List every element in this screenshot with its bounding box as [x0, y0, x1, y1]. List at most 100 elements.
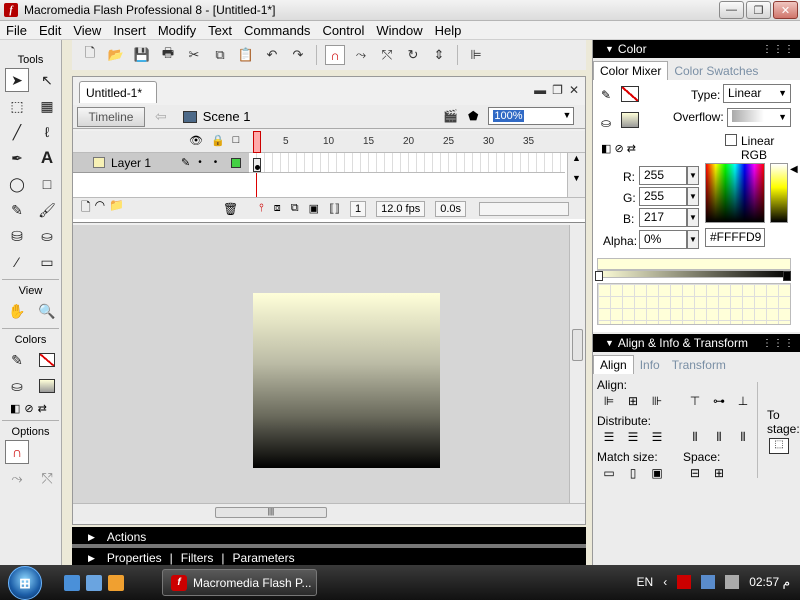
layer-outline-color[interactable] — [231, 157, 242, 168]
rectangle-tool-icon[interactable]: □ — [35, 172, 59, 196]
properties-label[interactable]: Properties — [107, 551, 162, 565]
stage-horizontal-scrollbar[interactable]: ||| — [73, 503, 585, 521]
swatch-grid[interactable] — [597, 283, 791, 325]
onion-skin-icon[interactable]: ⧈ — [274, 202, 281, 215]
brush-tool-icon[interactable]: 🖌 — [35, 198, 59, 222]
new-file-icon[interactable]: 🗋 — [80, 45, 100, 65]
edit-symbols-icon[interactable]: ⬟ — [468, 109, 478, 123]
b-stepper[interactable]: ▼ — [687, 208, 699, 227]
edit-scene-icon[interactable]: 🎬 — [443, 109, 458, 123]
undo-icon[interactable]: ↶ — [262, 45, 282, 65]
eyedropper-tool-icon[interactable]: ⁄ — [5, 250, 29, 274]
paste-icon[interactable]: 📋 — [236, 45, 256, 65]
stage-pasteboard[interactable] — [73, 225, 569, 503]
text-tool-icon[interactable]: A — [35, 146, 59, 170]
eraser-tool-icon[interactable]: ▭ — [35, 250, 59, 274]
distribute-hcenter-icon[interactable]: ⫴ — [711, 430, 727, 444]
r-stepper[interactable]: ▼ — [687, 166, 699, 185]
to-stage-button[interactable]: ⬚ — [769, 438, 789, 454]
align-panel-header[interactable]: ▼ Align & Info & Transform ⋮⋮⋮ — [593, 334, 800, 352]
stroke-swatch[interactable] — [621, 86, 639, 102]
menu-window[interactable]: Window — [370, 23, 428, 38]
insert-layer-icon[interactable]: 🗋 — [81, 198, 91, 219]
g-stepper[interactable]: ▼ — [687, 187, 699, 206]
panel-grip-icon[interactable]: ⋮⋮⋮ — [762, 338, 795, 349]
tab-color-swatches[interactable]: Color Swatches — [668, 62, 764, 80]
document-tab[interactable]: Untitled-1* — [79, 81, 157, 103]
tab-transform[interactable]: Transform — [666, 356, 732, 374]
switch-windows-icon[interactable] — [86, 575, 102, 591]
hand-tool-icon[interactable]: ✋ — [5, 299, 29, 323]
b-field[interactable]: 217 — [639, 208, 687, 227]
stroke-color-swatch[interactable] — [35, 348, 59, 372]
smooth-icon[interactable]: ⤳ — [5, 466, 29, 490]
tray-expand-icon[interactable]: ‹ — [663, 575, 667, 589]
frame-rate[interactable]: 12.0 fps — [376, 200, 426, 217]
space-vertical-icon[interactable]: ⊟ — [687, 466, 703, 480]
horizontal-scroll-thumb[interactable]: ||| — [215, 507, 327, 518]
frame-cells[interactable] — [249, 153, 565, 173]
match-height-icon[interactable]: ▯ — [625, 466, 641, 480]
swap-colors-icon[interactable]: ⇄ — [38, 402, 47, 415]
pen-tool-icon[interactable]: ✒ — [5, 146, 29, 170]
hex-field[interactable]: #FFFFD9 — [705, 228, 765, 247]
show-desktop-icon[interactable] — [64, 575, 80, 591]
align-horizontal-center-icon[interactable]: ⊞ — [625, 394, 641, 408]
playhead[interactable] — [253, 131, 261, 153]
distribute-vcenter-icon[interactable]: ☰ — [625, 430, 641, 444]
selection-tool-icon[interactable]: ➤ — [5, 68, 29, 92]
align-toolbar-icon[interactable]: ⊫ — [466, 45, 486, 65]
r-field[interactable]: 255 — [639, 166, 687, 185]
match-width-height-icon[interactable]: ▣ — [649, 466, 665, 480]
alpha-field[interactable]: 0% — [639, 230, 687, 249]
tab-align[interactable]: Align — [593, 355, 634, 374]
edit-multiple-frames-icon[interactable]: ▣ — [309, 202, 319, 215]
onion-markers-icon[interactable]: ⟦⟧ — [329, 202, 340, 215]
oval-tool-icon[interactable]: ◯ — [5, 172, 29, 196]
distribute-bottom-icon[interactable]: ☰ — [649, 430, 665, 444]
redo-icon[interactable]: ↷ — [288, 45, 308, 65]
start-button[interactable]: ⊞ — [8, 566, 42, 600]
free-transform-tool-icon[interactable]: ⬚ — [5, 94, 29, 118]
overflow-select[interactable]: ▼ — [727, 108, 791, 127]
g-field[interactable]: 255 — [639, 187, 687, 206]
brightness-arrow-icon[interactable]: ◀ — [790, 164, 798, 175]
parameters-label[interactable]: Parameters — [233, 551, 295, 565]
space-horizontal-icon[interactable]: ⊞ — [711, 466, 727, 480]
filters-label[interactable]: Filters — [181, 551, 214, 565]
menu-control[interactable]: Control — [316, 23, 370, 38]
taskbar-flash-item[interactable]: f Macromedia Flash P... — [162, 569, 317, 596]
copy-icon[interactable]: ⧉ — [210, 45, 230, 65]
menu-edit[interactable]: Edit — [33, 23, 67, 38]
volume-icon[interactable] — [725, 575, 740, 589]
subselection-tool-icon[interactable]: ↖ — [35, 68, 59, 92]
align-top-icon[interactable]: ⊤ — [687, 394, 703, 408]
outline-icon[interactable]: □ — [233, 134, 240, 147]
linear-rgb-checkbox[interactable] — [725, 134, 737, 146]
network-icon[interactable] — [701, 575, 716, 589]
minimize-button[interactable]: — — [719, 1, 744, 19]
menu-help[interactable]: Help — [429, 23, 468, 38]
stage-vertical-scrollbar[interactable] — [569, 225, 585, 503]
paint-bucket-tool-icon[interactable]: ⛀ — [35, 224, 59, 248]
no-color-icon[interactable]: ⊘ — [24, 402, 33, 415]
distribute-top-icon[interactable]: ☰ — [601, 430, 617, 444]
fill-color-swatch[interactable] — [35, 374, 59, 398]
scale-icon[interactable]: ⇕ — [429, 45, 449, 65]
align-left-icon[interactable]: ⊫ — [601, 394, 617, 408]
media-player-icon[interactable] — [108, 575, 124, 591]
pencil-tool-icon[interactable]: ✎ — [5, 198, 29, 222]
maximize-button[interactable]: ❐ — [746, 1, 771, 19]
ink-bottle-tool-icon[interactable]: ⛁ — [5, 224, 29, 248]
antivirus-icon[interactable] — [677, 575, 692, 589]
snap-magnet-icon[interactable]: ∩ — [325, 45, 345, 65]
menu-text[interactable]: Text — [202, 23, 238, 38]
fill-transform-tool-icon[interactable]: ▦ — [35, 94, 59, 118]
cut-icon[interactable]: ✂ — [184, 45, 204, 65]
timeline-vertical-scrollbar[interactable]: ▲ ▼ — [567, 153, 585, 197]
line-tool-icon[interactable]: ╱ — [5, 120, 29, 144]
menu-insert[interactable]: Insert — [107, 23, 152, 38]
onion-outline-icon[interactable]: ⧉ — [291, 202, 299, 215]
menu-commands[interactable]: Commands — [238, 23, 316, 38]
doc-minimize-icon[interactable]: ▬ — [534, 83, 546, 97]
